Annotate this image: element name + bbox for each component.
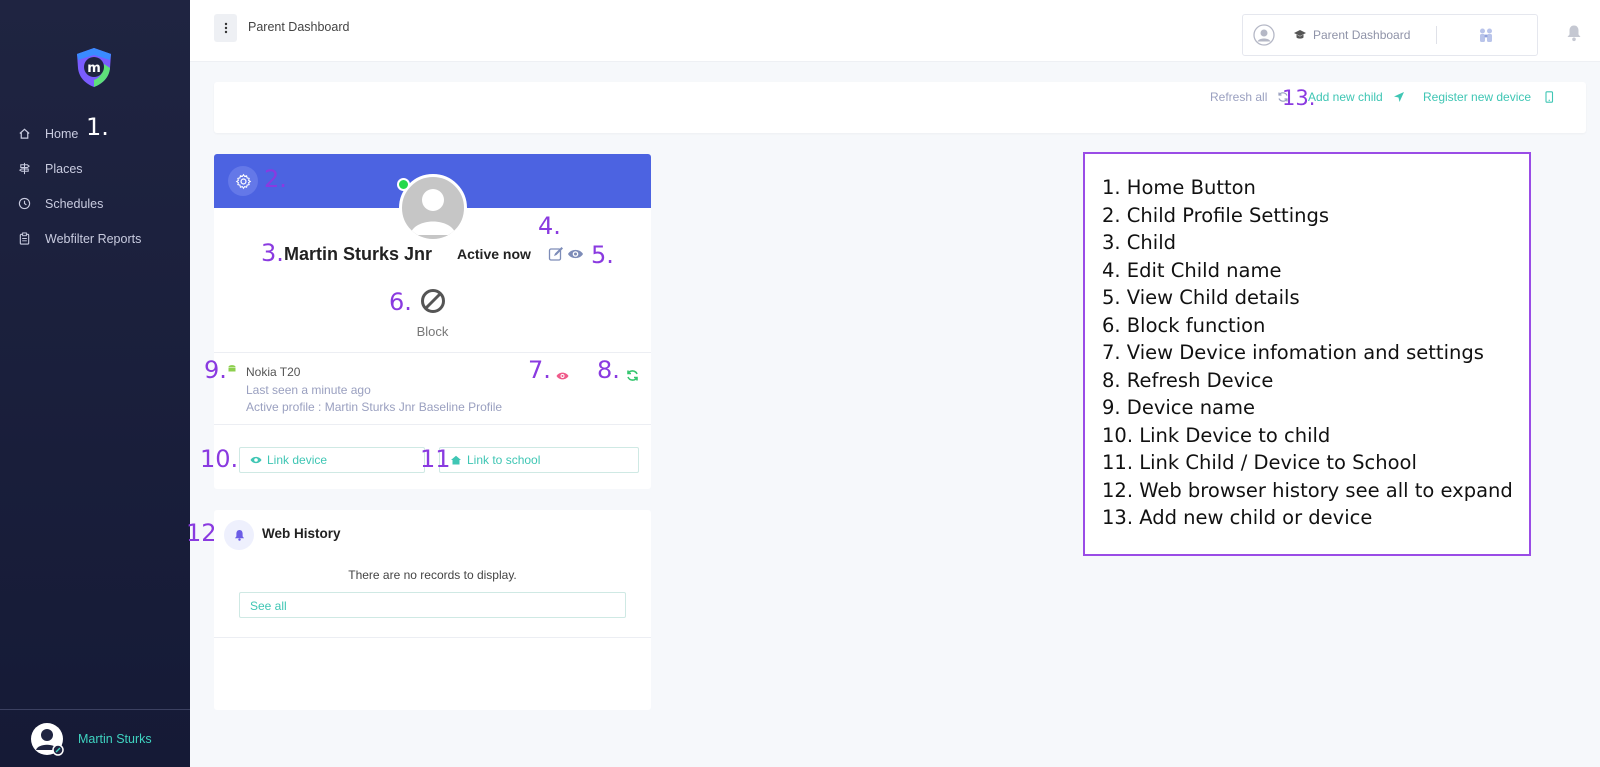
refresh-all-label: Refresh all <box>1210 90 1268 104</box>
sidebar-item-places[interactable]: Places <box>0 151 190 186</box>
gear-icon <box>235 173 251 189</box>
device-active-profile: Active profile : Martin Sturks Jnr Basel… <box>246 400 503 414</box>
legend-item: 3. Child <box>1102 231 1176 254</box>
annotation-6: 6. <box>389 288 412 316</box>
sidebar-item-label: Schedules <box>45 196 104 211</box>
annotation-13: 13. <box>1282 86 1316 110</box>
annotation-9: 9. <box>204 356 227 384</box>
notification-bell-icon[interactable] <box>1566 24 1582 42</box>
legend-item: 5. View Child details <box>1102 286 1300 309</box>
eye-icon[interactable] <box>567 248 584 260</box>
legend-item: 10. Link Device to child <box>1102 423 1331 447</box>
web-history-title: Web History <box>262 526 341 541</box>
link-school-label: Link to school <box>467 453 541 467</box>
logo-letter: m <box>87 61 101 76</box>
annotation-legend: 1. Home Button 2. Child Profile Settings 3… <box>1083 152 1531 556</box>
register-new-device-button[interactable]: Register new device <box>1423 90 1555 104</box>
web-history-card: Web History There are no records to disp… <box>214 510 651 710</box>
topbar: Parent Dashboard Parent Dashboard <box>190 0 1600 62</box>
legend-item: 9. Device name <box>1102 396 1255 419</box>
child-status: Active now <box>457 246 531 262</box>
divider <box>214 637 651 638</box>
annotation-5: 5. <box>591 241 614 269</box>
edit-icon[interactable] <box>548 246 564 262</box>
see-all-button[interactable]: See all <box>239 592 626 618</box>
page-title: Parent Dashboard <box>248 20 350 34</box>
legend-item: 13. Add new child or device <box>1102 506 1373 529</box>
legend-item: 8. Refresh Device <box>1102 368 1274 392</box>
add-new-child-button[interactable]: Add new child <box>1308 90 1405 104</box>
app-logo[interactable]: m <box>74 46 114 88</box>
legend-item: 4. Edit Child name <box>1102 258 1282 282</box>
refresh-all-button[interactable]: Refresh all <box>1210 90 1289 104</box>
annotation-11: 11 <box>420 445 451 473</box>
annotation-8: 8. <box>597 356 620 384</box>
sidebar-user[interactable]: Martin Sturks <box>0 709 190 767</box>
sidebar-item-label: Home <box>45 126 79 141</box>
android-icon <box>228 365 236 372</box>
online-status-dot <box>397 178 410 191</box>
sidebar-item-label: Webfilter Reports <box>45 231 142 246</box>
more-vertical-icon <box>224 22 227 34</box>
divider <box>214 352 651 353</box>
device-eye-icon[interactable] <box>556 371 569 381</box>
home-icon <box>19 128 30 139</box>
legend-item: 6. Block function <box>1102 313 1266 337</box>
link-to-school-button[interactable]: Link to school <box>439 447 639 473</box>
device-refresh-icon[interactable] <box>626 369 639 382</box>
link-device-button[interactable]: Link device <box>239 447 425 473</box>
user-name[interactable]: Martin Sturks <box>78 732 152 746</box>
send-arrow-icon <box>1393 92 1404 102</box>
actions-bar: Refresh all Add new child Register new d… <box>214 82 1586 133</box>
child-name[interactable]: Martin Sturks Jnr <box>284 244 432 265</box>
sidebar-item-webfilter-reports[interactable]: Webfilter Reports <box>0 221 190 256</box>
child-settings-button[interactable] <box>228 166 258 196</box>
annotation-7: 7. <box>528 356 551 384</box>
link-device-label: Link device <box>267 453 328 467</box>
add-child-label: Add new child <box>1308 90 1383 104</box>
menu-dots-button[interactable] <box>214 14 237 42</box>
home-icon <box>451 455 461 465</box>
bell-icon <box>234 529 244 541</box>
sidebar-item-schedules[interactable]: Schedules <box>0 186 190 221</box>
web-history-icon-badge <box>224 520 254 550</box>
switcher-label: Parent Dashboard <box>1313 28 1411 42</box>
child-card: Martin Sturks Jnr Active now Block Nokia… <box>214 154 651 489</box>
annotation-4: 4. <box>538 212 561 240</box>
annotation-10: 10. <box>200 445 239 473</box>
annotation-3: 3. <box>261 239 284 267</box>
family-icon[interactable] <box>1477 27 1495 43</box>
divider <box>214 424 651 425</box>
graduation-cap-icon <box>1294 30 1306 39</box>
legend-item: 7. View Device infomation and settings <box>1102 341 1484 364</box>
avatar-icon <box>1253 24 1275 46</box>
legend-item: 12. Web browser history see all to expan… <box>1102 478 1513 502</box>
annotation-1: 1. <box>86 113 109 141</box>
legend-item: 1. Home Button <box>1102 176 1256 199</box>
eye-icon <box>250 456 262 464</box>
legend-item: 11. Link Child / Device to School <box>1102 451 1417 474</box>
mobile-icon <box>1545 91 1554 103</box>
user-avatar-icon <box>30 722 64 756</box>
clipboard-icon <box>19 232 30 245</box>
annotation-2: 2. <box>264 165 287 193</box>
signpost-icon <box>18 162 30 175</box>
block-label[interactable]: Block <box>214 324 651 339</box>
sidebar-item-label: Places <box>45 161 83 176</box>
register-device-label: Register new device <box>1423 90 1532 104</box>
web-history-empty: There are no records to display. <box>348 568 517 582</box>
device-name: Nokia T20 <box>246 365 301 379</box>
block-icon[interactable] <box>420 288 446 314</box>
dashboard-switcher[interactable]: Parent Dashboard <box>1242 14 1538 56</box>
switcher-divider <box>1436 26 1438 44</box>
device-last-seen: Last seen a minute ago <box>246 383 371 397</box>
legend-item: 2. Child Profile Settings <box>1102 203 1330 227</box>
clock-icon <box>18 197 31 210</box>
